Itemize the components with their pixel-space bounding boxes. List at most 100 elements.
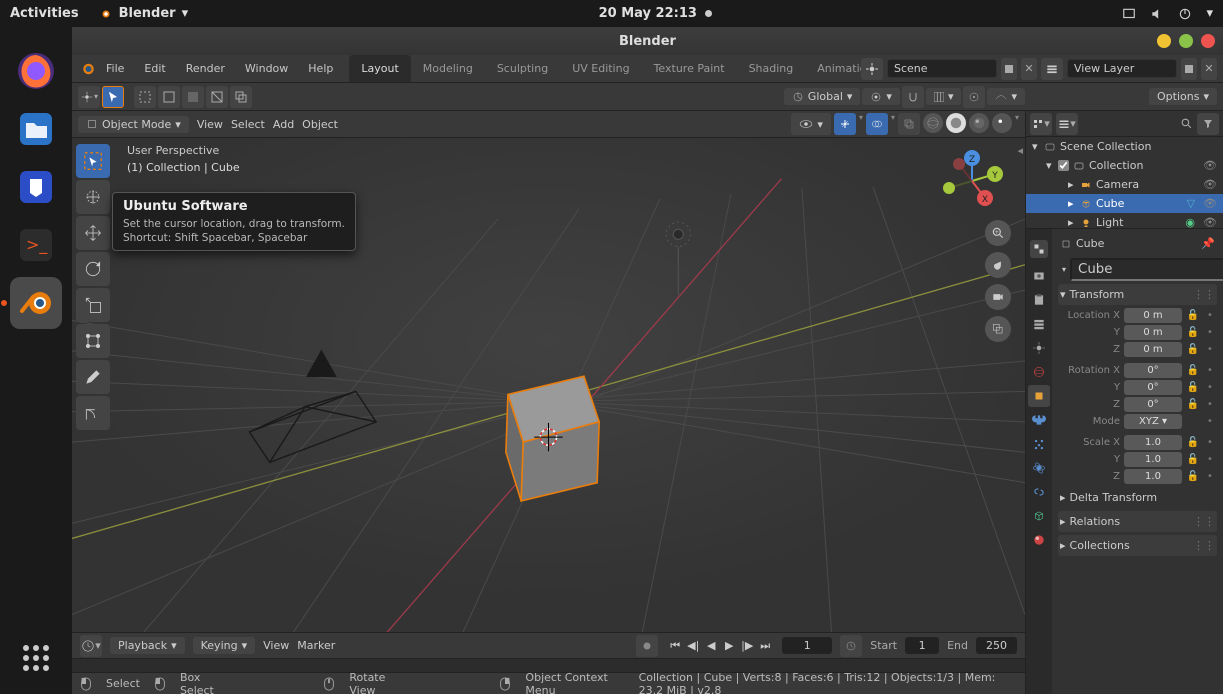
timeline-keying-menu[interactable]: Keying ▾	[193, 637, 255, 654]
select-invert-icon[interactable]	[206, 86, 228, 108]
vp-menu-view[interactable]: View	[197, 118, 223, 131]
select-extend-icon[interactable]	[158, 86, 180, 108]
gnome-clock[interactable]: 20 May 22:13	[599, 6, 712, 21]
pin-icon[interactable]: 📌	[1201, 237, 1215, 250]
timeline-view-menu[interactable]: View	[263, 639, 289, 652]
vp-menu-object[interactable]: Object	[302, 118, 338, 131]
outliner-scene-collection[interactable]: ▾Scene Collection	[1026, 137, 1223, 156]
play-forward[interactable]: ▶	[720, 637, 738, 655]
play-reverse[interactable]: ◀	[702, 637, 720, 655]
window-maximize[interactable]	[1179, 34, 1193, 48]
start-frame[interactable]: 1	[905, 637, 939, 654]
lock-icon[interactable]: 🔓	[1186, 326, 1200, 340]
menu-edit[interactable]: Edit	[134, 58, 175, 79]
tab-object[interactable]	[1028, 385, 1050, 407]
lock-icon[interactable]: 🔓	[1186, 470, 1200, 484]
nav-zoom[interactable]	[985, 220, 1011, 246]
tab-scene[interactable]	[1028, 337, 1050, 359]
lock-icon[interactable]: 🔓	[1186, 381, 1200, 395]
timeline-marker-menu[interactable]: Marker	[297, 639, 335, 652]
menu-window[interactable]: Window	[235, 58, 298, 79]
scene-delete-icon[interactable]: ✕	[1021, 58, 1037, 80]
tab-material[interactable]	[1028, 529, 1050, 551]
lock-icon[interactable]: 🔓	[1186, 398, 1200, 412]
tool-move[interactable]	[76, 216, 110, 250]
rotation-z[interactable]: 0°	[1124, 397, 1182, 412]
props-editor-icon[interactable]	[1030, 240, 1048, 258]
overlays-toggle[interactable]	[866, 113, 888, 135]
tab-constraints[interactable]	[1028, 481, 1050, 503]
shading-wireframe[interactable]	[923, 113, 943, 133]
preview-range-icon[interactable]	[840, 635, 862, 657]
visibility-dropdown[interactable]: ▾	[791, 113, 831, 135]
tab-sculpting[interactable]: Sculpting	[485, 55, 560, 82]
tab-animation[interactable]: Animation	[805, 55, 861, 82]
location-x[interactable]: 0 m	[1124, 308, 1182, 323]
collection-checkbox[interactable]	[1058, 160, 1069, 171]
location-z[interactable]: 0 m	[1124, 342, 1182, 357]
keyframe-next[interactable]: |▶	[738, 637, 756, 655]
menu-render[interactable]: Render	[176, 58, 235, 79]
scene-name-input[interactable]	[887, 59, 997, 78]
dock-apps-grid[interactable]	[10, 632, 62, 684]
vp-menu-add[interactable]: Add	[273, 118, 294, 131]
panel-relations[interactable]: ▸Relations⋮⋮	[1058, 511, 1217, 532]
tool-select-box[interactable]	[76, 144, 110, 178]
tab-shading[interactable]: Shading	[737, 55, 806, 82]
outliner-item-camera[interactable]: ▸Camera👁	[1026, 175, 1223, 194]
rotation-y[interactable]: 0°	[1124, 380, 1182, 395]
select-set-icon[interactable]	[134, 86, 156, 108]
tab-modifiers[interactable]	[1028, 409, 1050, 431]
tab-modeling[interactable]: Modeling	[411, 55, 485, 82]
outliner-filter-icon[interactable]	[1197, 113, 1219, 135]
shading-dropdown[interactable]: ▾	[1015, 113, 1019, 135]
eye-icon[interactable]: 👁	[1203, 197, 1217, 210]
select-intersect-icon[interactable]	[230, 86, 252, 108]
tool-transform[interactable]	[76, 324, 110, 358]
tool-rotate[interactable]	[76, 252, 110, 286]
tool-measure[interactable]	[76, 396, 110, 430]
viewport-3d[interactable]: User Perspective (1) Collection | Cube U…	[72, 138, 1025, 632]
jump-start[interactable]: ⏮	[666, 637, 684, 655]
location-y[interactable]: 0 m	[1124, 325, 1182, 340]
proportional-toggle[interactable]	[963, 86, 985, 108]
dock-files[interactable]	[10, 103, 62, 155]
chevron-down-icon[interactable]: ▾	[1206, 6, 1213, 21]
tool-cursor[interactable]	[76, 180, 110, 214]
jump-end[interactable]: ⏭	[756, 637, 774, 655]
tab-viewlayer[interactable]	[1028, 313, 1050, 335]
lock-icon[interactable]: 🔓	[1186, 309, 1200, 323]
panel-transform[interactable]: ▾Transform⋮⋮	[1058, 284, 1217, 305]
transform-orientation-dropdown[interactable]: Global ▾	[784, 88, 861, 105]
volume-icon[interactable]	[1150, 7, 1164, 21]
light-data-icon[interactable]: ◉	[1185, 216, 1195, 228]
timeline-editor-icon[interactable]: ▾	[80, 635, 102, 657]
viewlayer-delete-icon[interactable]: ✕	[1201, 58, 1217, 80]
nav-pan[interactable]	[985, 252, 1011, 278]
window-minimize[interactable]	[1157, 34, 1171, 48]
nav-gizmo[interactable]: Y Z X	[937, 146, 1007, 216]
tab-layout[interactable]: Layout	[349, 55, 410, 82]
select-subtract-icon[interactable]	[182, 86, 204, 108]
options-dropdown[interactable]: Options ▾	[1149, 88, 1217, 105]
vp-menu-select[interactable]: Select	[231, 118, 265, 131]
tab-output[interactable]	[1028, 289, 1050, 311]
end-frame[interactable]: 250	[976, 637, 1017, 654]
eye-icon[interactable]: 👁	[1203, 159, 1217, 172]
gnome-app-menu[interactable]: Blender ▾	[99, 6, 189, 21]
menu-file[interactable]: File	[96, 58, 134, 79]
object-name-input[interactable]	[1070, 258, 1223, 281]
lock-icon[interactable]: 🔓	[1186, 343, 1200, 357]
shading-rendered[interactable]	[992, 113, 1012, 133]
scale-y[interactable]: 1.0	[1124, 452, 1182, 467]
eye-icon[interactable]: 👁	[1203, 178, 1217, 191]
screen-icon[interactable]	[1122, 7, 1136, 21]
xray-toggle[interactable]	[898, 113, 920, 135]
window-close[interactable]	[1201, 34, 1215, 48]
outliner-item-cube[interactable]: ▸Cube▽👁	[1026, 194, 1223, 213]
lock-icon[interactable]: 🔓	[1186, 453, 1200, 467]
outliner-collection[interactable]: ▾Collection👁	[1026, 156, 1223, 175]
scale-z[interactable]: 1.0	[1124, 469, 1182, 484]
editor-type-icon[interactable]: ▾	[78, 86, 100, 108]
lock-icon[interactable]: 🔓	[1186, 436, 1200, 450]
